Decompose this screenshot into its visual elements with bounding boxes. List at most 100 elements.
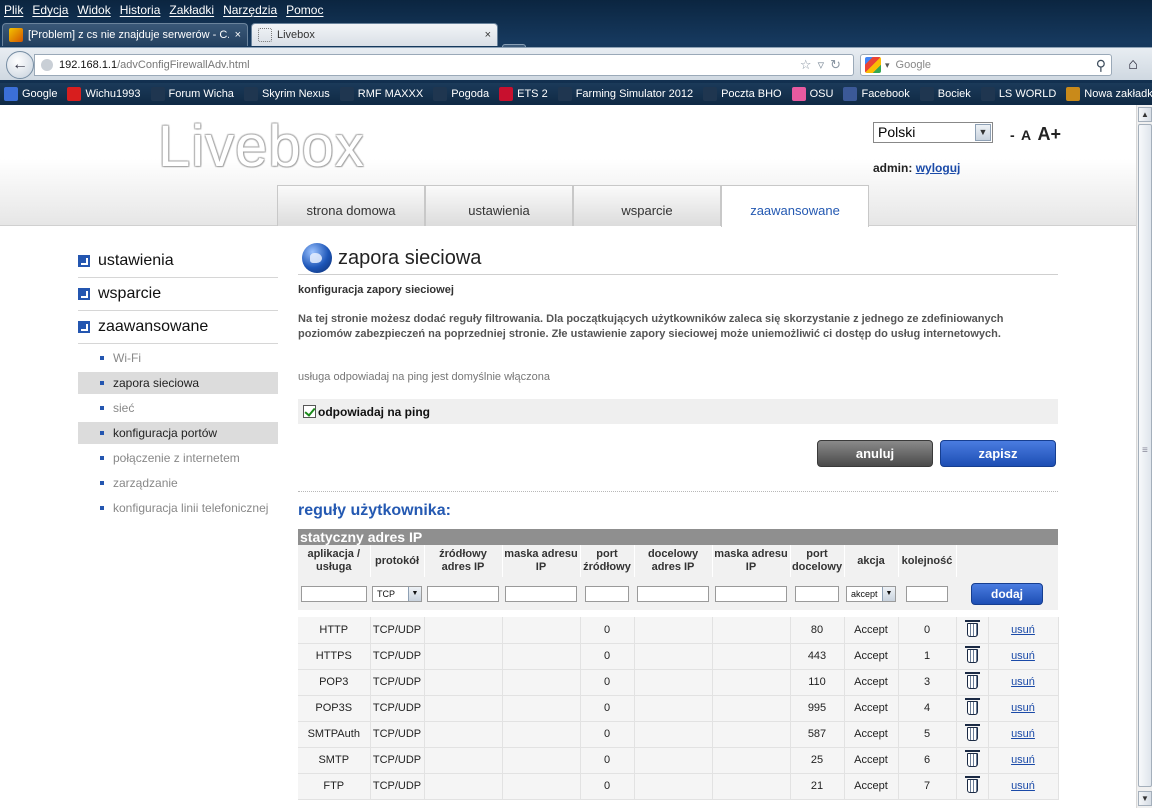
sidebar-item-network[interactable]: sieć bbox=[78, 397, 278, 419]
dst-port-input[interactable] bbox=[795, 585, 839, 602]
bookmark-item[interactable]: Google bbox=[4, 86, 57, 101]
sidebar-item-phone-line[interactable]: konfiguracja linii telefonicznej bbox=[78, 497, 278, 519]
cell-dst-mask bbox=[712, 773, 791, 800]
language-value: Polski bbox=[878, 124, 916, 140]
cell-protocol: TCP/UDP bbox=[370, 617, 425, 644]
src-mask-input[interactable] bbox=[505, 585, 577, 602]
bookmark-item[interactable]: LS WORLD bbox=[980, 86, 1056, 101]
description-text: Na tej stronie możesz dodać reguły filtr… bbox=[298, 313, 1004, 340]
logout-link[interactable]: wyloguj bbox=[916, 161, 961, 175]
search-box[interactable]: ▾ Google ⚲ bbox=[860, 54, 1112, 76]
sidebar-item-management[interactable]: zarządzanie bbox=[78, 472, 278, 494]
delete-rule-link[interactable]: usuń bbox=[1011, 728, 1035, 740]
sidebar-section-settings[interactable]: ustawienia bbox=[78, 245, 278, 278]
src-port-input[interactable] bbox=[585, 585, 629, 602]
sidebar-section-support[interactable]: wsparcie bbox=[78, 278, 278, 311]
bookmark-favicon-icon bbox=[703, 86, 718, 101]
google-engine-icon[interactable] bbox=[865, 57, 881, 73]
scroll-thumb[interactable] bbox=[1138, 124, 1152, 787]
bookmark-item[interactable]: ETS 2 bbox=[499, 86, 548, 101]
trash-icon[interactable] bbox=[964, 646, 980, 663]
search-icon[interactable]: ⚲ bbox=[1096, 57, 1106, 74]
cancel-button[interactable]: anuluj bbox=[817, 440, 933, 467]
table-title: statyczny adres IP bbox=[298, 529, 1058, 545]
menu-narzedzia[interactable]: Narzędzia bbox=[223, 3, 277, 17]
protocol-select[interactable]: TCP ▼ bbox=[372, 585, 422, 602]
delete-rule-link[interactable]: usuń bbox=[1011, 780, 1035, 792]
menu-edycja[interactable]: Edycja bbox=[32, 3, 68, 17]
trash-icon[interactable] bbox=[964, 672, 980, 689]
menu-historia[interactable]: Historia bbox=[120, 3, 161, 17]
order-input[interactable] bbox=[906, 585, 948, 602]
tab-close-icon[interactable]: × bbox=[235, 29, 241, 41]
scroll-up-icon[interactable]: ▲ bbox=[1138, 107, 1152, 122]
menu-plik[interactable]: Plik bbox=[4, 3, 23, 17]
trash-icon[interactable] bbox=[964, 724, 980, 741]
cell-src-mask bbox=[502, 617, 581, 644]
delete-rule-link[interactable]: usuń bbox=[1011, 650, 1035, 662]
delete-rule-link[interactable]: usuń bbox=[1011, 624, 1035, 636]
nav-tab-home[interactable]: strona domowa bbox=[277, 185, 425, 226]
bookmark-item[interactable]: Facebook bbox=[843, 86, 910, 101]
nav-tab-advanced[interactable]: zaawansowane bbox=[721, 185, 869, 227]
sidebar-item-port-config[interactable]: konfiguracja portów bbox=[78, 422, 278, 444]
sidebar-item-internet-connection[interactable]: połączenie z internetem bbox=[78, 447, 278, 469]
bookmark-item[interactable]: Skyrim Nexus bbox=[243, 86, 330, 101]
menu-zakladki[interactable]: Zakładki bbox=[169, 3, 214, 17]
bookmark-item[interactable]: Farming Simulator 2012 bbox=[557, 86, 693, 101]
sidebar-item-firewall[interactable]: zapora sieciowa bbox=[78, 372, 278, 394]
bookmark-star-reload-icons[interactable]: ☆▿↻ bbox=[800, 57, 847, 73]
bookmark-item[interactable]: Poczta BHO bbox=[703, 86, 782, 101]
bookmark-item[interactable]: Bociek bbox=[919, 86, 971, 101]
bookmark-favicon-icon bbox=[1066, 86, 1081, 101]
sidebar-section-advanced[interactable]: zaawansowane bbox=[78, 311, 278, 344]
back-arrow-icon[interactable]: ← bbox=[6, 51, 34, 79]
nav-tab-settings[interactable]: ustawienia bbox=[425, 185, 573, 226]
font-increase[interactable]: A+ bbox=[1037, 124, 1061, 144]
site-identity-icon[interactable] bbox=[41, 59, 53, 71]
bookmark-item[interactable]: Pogoda bbox=[433, 86, 489, 101]
sidebar-item-wifi[interactable]: Wi-Fi bbox=[78, 347, 278, 369]
language-select[interactable]: Polski ▼ bbox=[873, 122, 993, 143]
add-rule-button[interactable]: dodaj bbox=[971, 582, 1043, 605]
trash-icon[interactable] bbox=[964, 750, 980, 767]
chevron-down-icon[interactable]: ▼ bbox=[408, 586, 421, 601]
trash-icon[interactable] bbox=[964, 698, 980, 715]
table-row: HTTP TCP/UDP 0 80 Accept 0 usuń bbox=[298, 617, 1059, 644]
scroll-down-icon[interactable]: ▼ bbox=[1138, 791, 1152, 806]
trash-icon[interactable] bbox=[964, 776, 980, 793]
forum-favicon-icon bbox=[9, 28, 23, 42]
dst-mask-input[interactable] bbox=[715, 585, 787, 602]
nav-tab-support[interactable]: wsparcie bbox=[573, 185, 721, 226]
engine-dropdown-icon[interactable]: ▾ bbox=[885, 60, 890, 71]
browser-tab-livebox[interactable]: Livebox × bbox=[251, 23, 498, 46]
page-scrollbar[interactable]: ▲ ▼ bbox=[1136, 105, 1152, 808]
delete-rule-link[interactable]: usuń bbox=[1011, 676, 1035, 688]
browser-tab-forum[interactable]: [Problem] z cs nie znajduje serwerów - C… bbox=[2, 23, 248, 46]
cell-order: 1 bbox=[898, 643, 957, 670]
delete-rule-link[interactable]: usuń bbox=[1011, 702, 1035, 714]
save-button[interactable]: zapisz bbox=[940, 440, 1056, 467]
font-normal[interactable]: A bbox=[1021, 127, 1031, 143]
bookmark-item[interactable]: Wichu1993 bbox=[67, 86, 141, 101]
src-ip-input[interactable] bbox=[427, 585, 499, 602]
chevron-down-icon[interactable]: ▼ bbox=[882, 586, 895, 601]
bookmark-item[interactable]: OSU bbox=[791, 86, 833, 101]
action-select[interactable]: akcept ▼ bbox=[846, 585, 896, 602]
chevron-down-icon[interactable]: ▼ bbox=[975, 124, 991, 141]
dst-ip-input[interactable] bbox=[637, 585, 709, 602]
delete-rule-link[interactable]: usuń bbox=[1011, 754, 1035, 766]
trash-icon[interactable] bbox=[964, 619, 980, 637]
address-bar[interactable]: 192.168.1.1 /advConfigFirewallAdv.html ☆… bbox=[34, 54, 854, 76]
tab-close-icon[interactable]: × bbox=[485, 29, 491, 41]
app-input[interactable] bbox=[300, 585, 368, 602]
bookmark-item[interactable]: Nowa zakładka bbox=[1066, 86, 1152, 101]
bookmark-item[interactable]: Forum Wicha bbox=[150, 86, 234, 101]
ping-checkbox[interactable] bbox=[303, 405, 316, 418]
font-decrease[interactable]: - bbox=[1010, 127, 1015, 143]
home-icon[interactable]: ⌂ bbox=[1120, 54, 1146, 76]
menu-pomoc[interactable]: Pomoc bbox=[286, 3, 323, 17]
bookmark-item[interactable]: RMF MAXXX bbox=[339, 86, 423, 101]
menu-widok[interactable]: Widok bbox=[77, 3, 110, 17]
ping-label[interactable]: odpowiadaj na ping bbox=[318, 405, 430, 419]
